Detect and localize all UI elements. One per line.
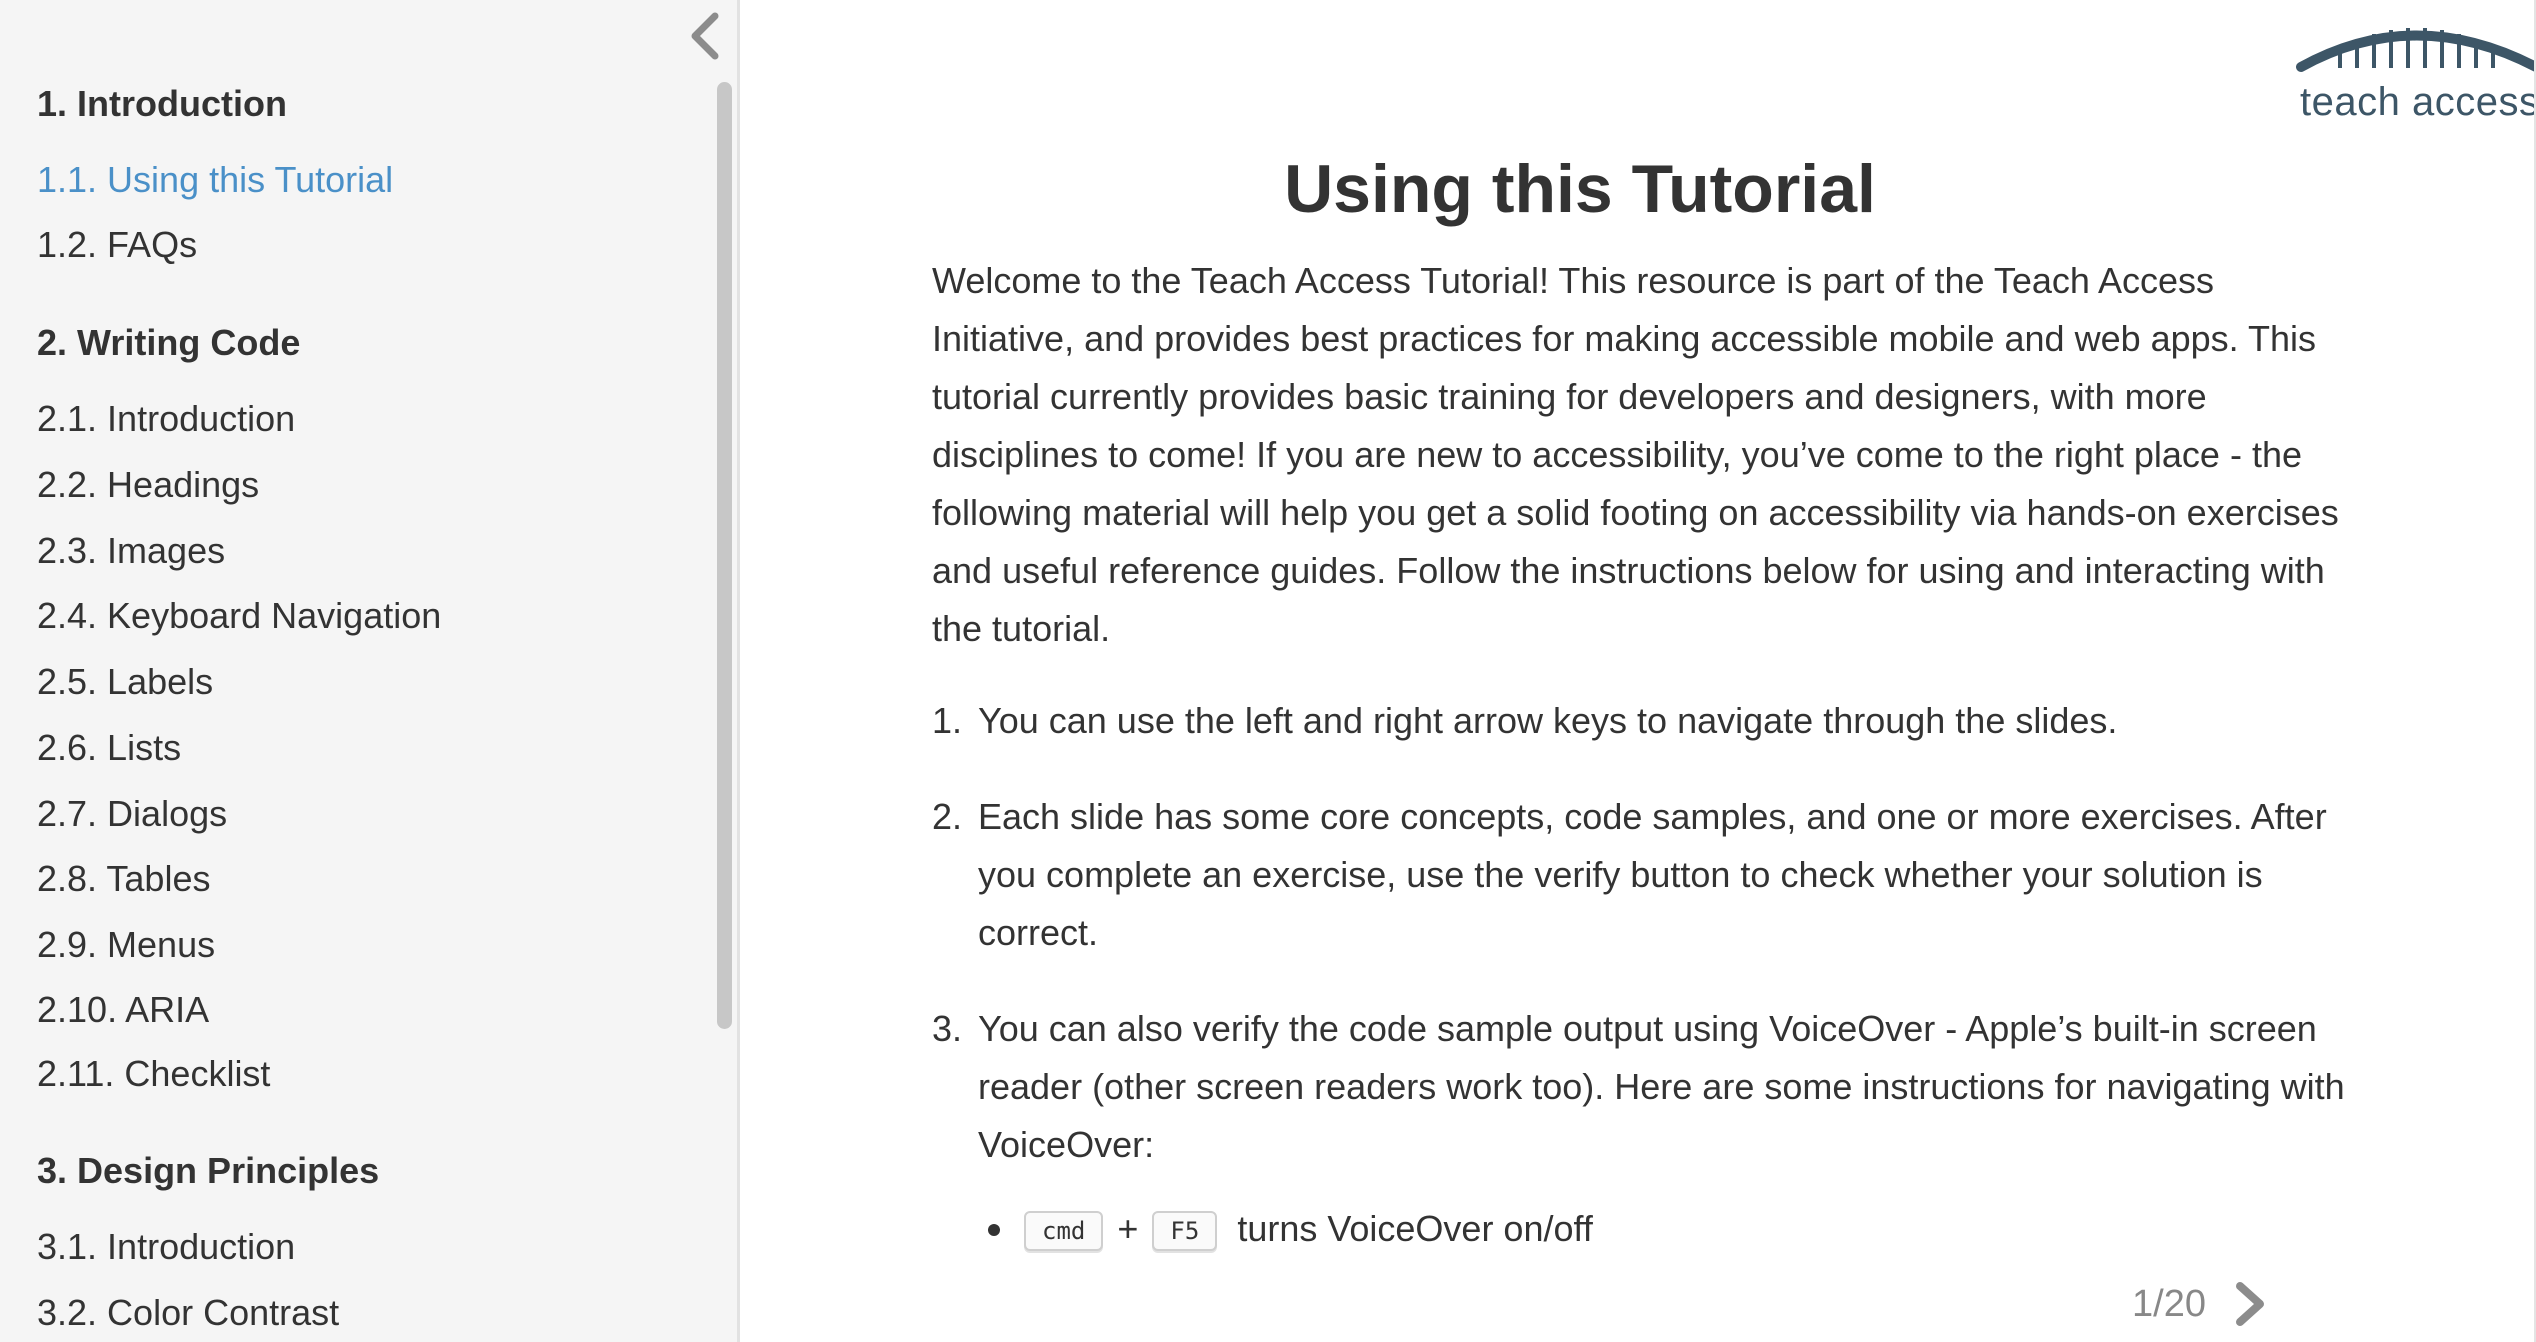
sidebar: 1. Introduction 1.1. Using this Tutorial… bbox=[0, 0, 740, 1342]
list-item: 1. You can use the left and right arrow … bbox=[932, 692, 2352, 750]
slide-pager: 1/20 bbox=[2132, 1280, 2272, 1328]
list-item-text: You can use the left and right arrow key… bbox=[978, 700, 2118, 741]
page-title: Using this Tutorial bbox=[1284, 151, 1876, 227]
instructions-list: 1. You can use the left and right arrow … bbox=[932, 692, 2352, 1296]
key-f5: F5 bbox=[1152, 1211, 1218, 1252]
toc-item-lists[interactable]: 2.6. Lists bbox=[37, 726, 181, 770]
toc-item-color-contrast[interactable]: 3.2. Color Contrast bbox=[37, 1291, 339, 1335]
page-count: 1/20 bbox=[2132, 1283, 2206, 1325]
chevron-right-icon bbox=[2235, 1282, 2264, 1326]
list-item-number: 3. bbox=[932, 1008, 963, 1049]
list-item: 2. Each slide has some core concepts, co… bbox=[932, 788, 2352, 962]
key-plus: + bbox=[1117, 1208, 1139, 1249]
shortcut-description: turns VoiceOver on/off bbox=[1237, 1208, 1593, 1249]
toc-item-using-this-tutorial[interactable]: 1.1. Using this Tutorial bbox=[37, 158, 393, 202]
list-item: cmd + F5 turns VoiceOver on/off bbox=[978, 1200, 2352, 1258]
list-item: 3. You can also verify the code sample o… bbox=[932, 1000, 2352, 1258]
toc-item-headings[interactable]: 2.2. Headings bbox=[37, 463, 259, 507]
toc-item-design-introduction[interactable]: 3.1. Introduction bbox=[37, 1225, 295, 1269]
toc-item-dialogs[interactable]: 2.7. Dialogs bbox=[37, 792, 227, 836]
list-item-text: You can also verify the code sample outp… bbox=[978, 1008, 2345, 1165]
toc-item-images[interactable]: 2.3. Images bbox=[37, 529, 225, 573]
key-cmd: cmd bbox=[1024, 1211, 1104, 1252]
list-item-number: 1. bbox=[932, 700, 963, 741]
intro-paragraph: Welcome to the Teach Access Tutorial! Th… bbox=[932, 260, 2339, 649]
toc-item-labels[interactable]: 2.5. Labels bbox=[37, 660, 213, 704]
list-item-text: Each slide has some core concepts, code … bbox=[978, 796, 2327, 953]
toc-item-aria[interactable]: 2.10. ARIA bbox=[37, 988, 209, 1032]
toc-item-faqs[interactable]: 1.2. FAQs bbox=[37, 223, 197, 267]
toc-item-checklist[interactable]: 2.11. Checklist bbox=[37, 1052, 270, 1096]
logo-text: teach access bbox=[2300, 80, 2536, 124]
toc-item-tables[interactable]: 2.8. Tables bbox=[37, 857, 210, 901]
voiceover-shortcuts-list: cmd + F5 turns VoiceOver on/off bbox=[978, 1200, 2352, 1258]
next-slide-button[interactable] bbox=[2232, 1280, 2272, 1328]
sidebar-scrollbar[interactable] bbox=[712, 0, 737, 1342]
toc-section-design-principles: 3. Design Principles bbox=[37, 1150, 380, 1191]
toc-item-menus[interactable]: 2.9. Menus bbox=[37, 923, 215, 967]
sidebar-scroll-thumb[interactable] bbox=[717, 82, 732, 1029]
list-item-number: 2. bbox=[932, 796, 963, 837]
toc-item-writing-introduction[interactable]: 2.1. Introduction bbox=[37, 397, 295, 441]
bullet-icon bbox=[988, 1224, 1000, 1236]
toc-section-writing-code: 2. Writing Code bbox=[37, 322, 301, 363]
slide-content: teach access Using this Tutorial Welcome… bbox=[740, 0, 2536, 1342]
toc-section-introduction: 1. Introduction bbox=[37, 83, 287, 124]
toc-item-keyboard-navigation[interactable]: 2.4. Keyboard Navigation bbox=[37, 594, 441, 638]
